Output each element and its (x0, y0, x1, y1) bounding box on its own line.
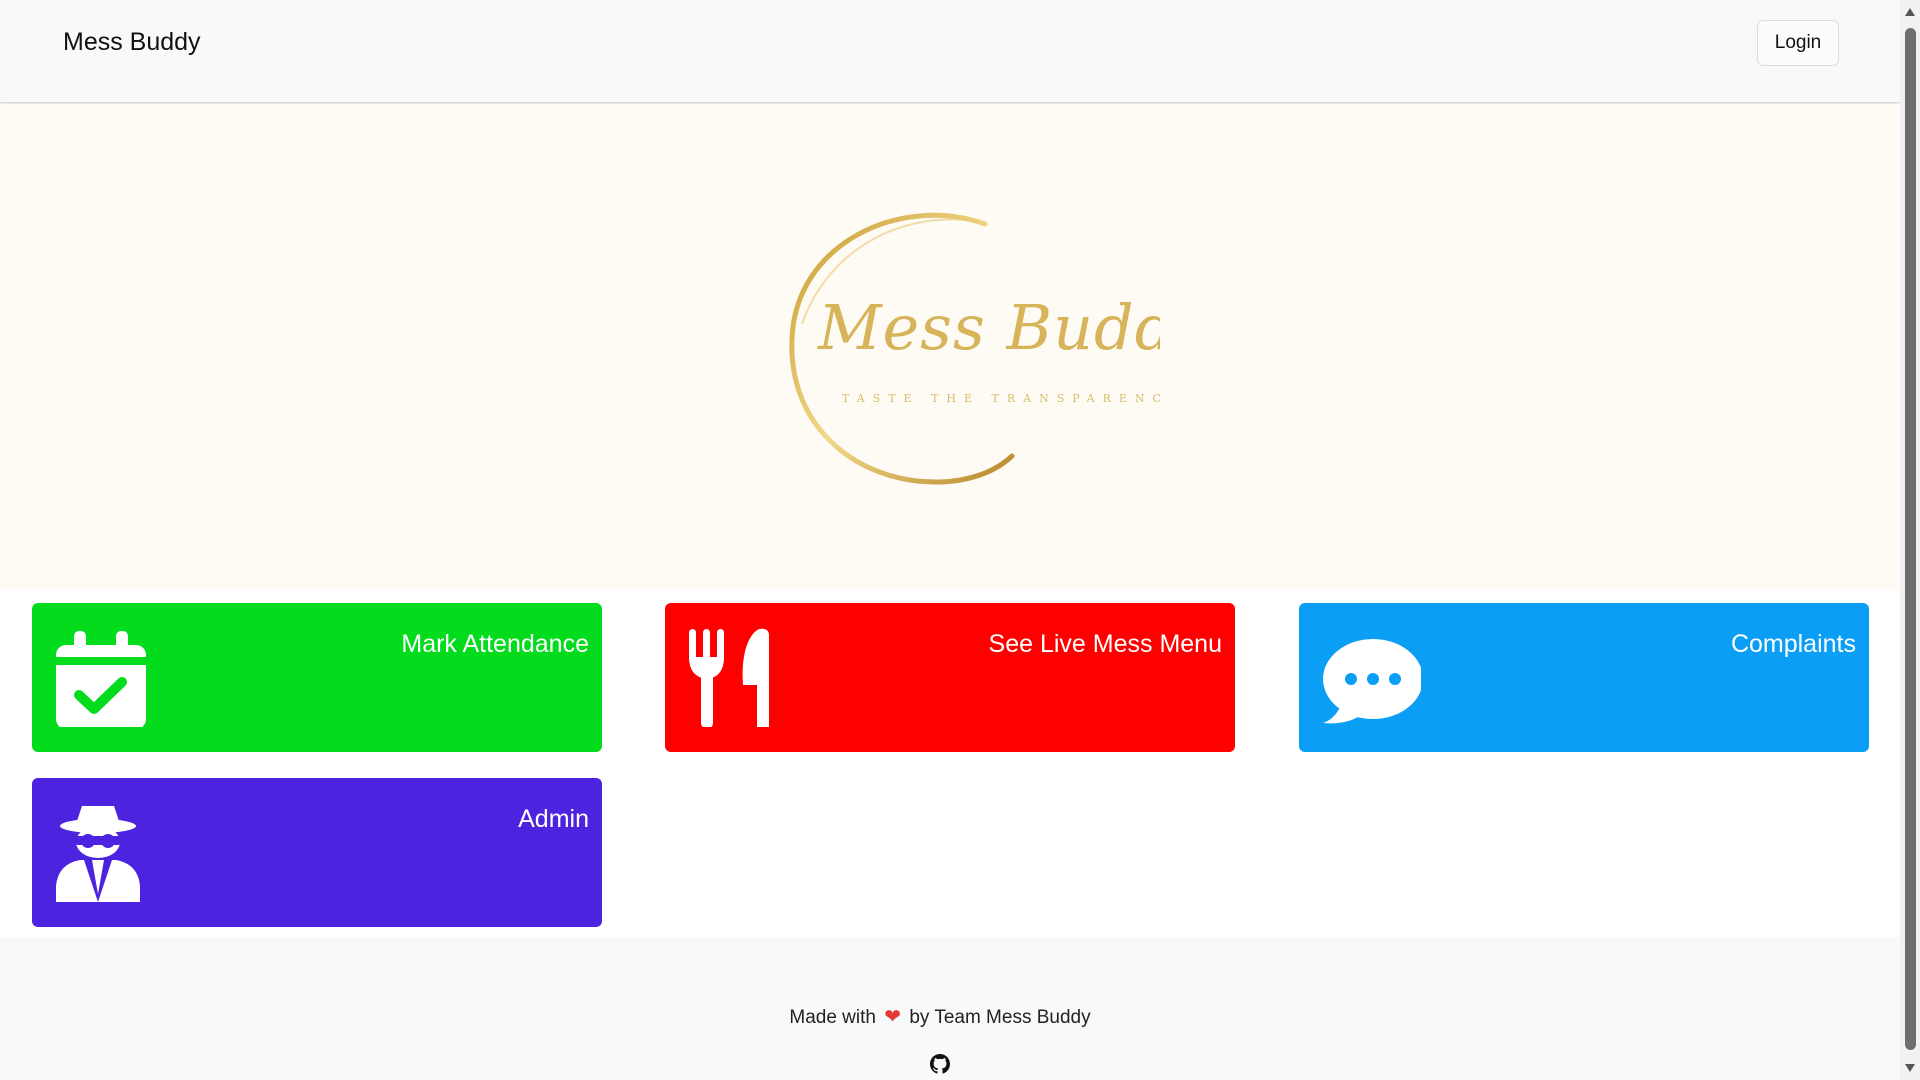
card-title: Mark Attendance (401, 630, 589, 658)
github-icon[interactable] (930, 1054, 950, 1074)
footer-team: by Team Mess Buddy (909, 1007, 1091, 1028)
hero-banner: Mess Buddy TASTE THE TRANSPARENCY. (0, 104, 1900, 590)
card-title: Complaints (1730, 630, 1856, 658)
card-complaints[interactable]: Complaints (1299, 603, 1869, 752)
page: Mess Buddy Login Mess Buddy TASTE THE TR… (0, 0, 1900, 1080)
logo-tagline: TASTE THE TRANSPARENCY. (842, 392, 1160, 405)
footer: Made with ❤ by Team Mess Buddy (0, 937, 1900, 1080)
card-title: See Live Mess Menu (988, 630, 1222, 658)
footer-credit: Made with ❤ by Team Mess Buddy (0, 1004, 1880, 1029)
calendar-check-icon (56, 631, 146, 727)
chat-bubble-icon (1323, 639, 1421, 724)
card-live-mess-menu[interactable]: See Live Mess Menu (665, 603, 1235, 752)
footer-made-with: Made with (789, 1007, 876, 1028)
login-button[interactable]: Login (1757, 20, 1839, 66)
user-secret-icon (56, 806, 140, 902)
card-mark-attendance[interactable]: Mark Attendance (32, 603, 602, 752)
mess-buddy-logo: Mess Buddy TASTE THE TRANSPARENCY. (789, 212, 1160, 485)
scroll-down-arrow-icon[interactable] (1905, 1064, 1915, 1072)
navbar: Mess Buddy Login (0, 0, 1900, 103)
card-title: Admin (518, 805, 589, 833)
logo-script-text: Mess Buddy (817, 291, 1160, 364)
navbar-brand[interactable]: Mess Buddy (63, 28, 201, 57)
heart-icon: ❤ (884, 1006, 902, 1028)
scrollbar-thumb[interactable] (1905, 28, 1916, 1050)
scroll-up-arrow-icon[interactable] (1905, 8, 1915, 16)
vertical-scrollbar[interactable] (1900, 0, 1920, 1080)
utensils-icon (689, 628, 769, 727)
card-admin[interactable]: Admin (32, 778, 602, 927)
